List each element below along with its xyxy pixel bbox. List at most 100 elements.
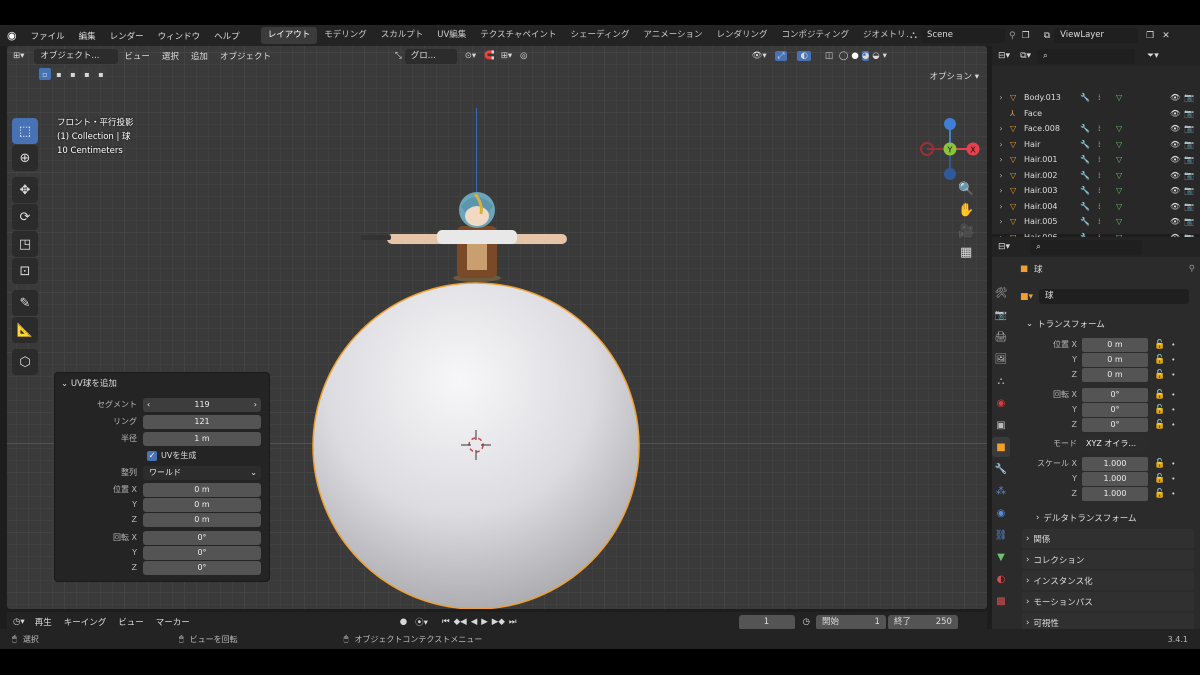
transform-orientation-icon[interactable]: ⤡ (395, 51, 402, 61)
tab-geometry-nodes[interactable]: ジオメトリノ (856, 27, 908, 44)
scene-tab-icon[interactable]: ⛬ (992, 371, 1010, 391)
menu-file[interactable]: ファイル (24, 30, 72, 42)
new-scene-icon[interactable]: ❐ (1022, 31, 1030, 41)
data-tab-icon[interactable]: ▼ (992, 547, 1010, 567)
expand-arrow-icon[interactable]: › (992, 155, 1010, 164)
outliner-item[interactable]: › ▽ Hair 🔧 ⁞ ▽ 👁 📷 (992, 137, 1200, 153)
shading-wireframe-icon[interactable]: ◯ (839, 51, 849, 61)
select-invert-icon[interactable]: ▪ (81, 68, 93, 80)
world-tab-icon[interactable]: ◉ (992, 393, 1010, 413)
view-layer-tab-icon[interactable]: 🖼 (992, 349, 1010, 369)
eye-icon[interactable]: 👁 (1170, 109, 1184, 118)
menu-add[interactable]: 追加 (185, 50, 214, 62)
3d-cursor[interactable] (461, 430, 491, 460)
eye-icon[interactable]: 👁 (1170, 155, 1184, 164)
generate-uv-checkbox[interactable]: ✓ (147, 450, 157, 461)
keyframe-dot-icon[interactable]: • (1171, 356, 1175, 364)
lock-icon[interactable]: 🔓 (1154, 459, 1165, 469)
location-y-field[interactable]: 0 m (143, 497, 261, 512)
camera-render-icon[interactable]: 📷 (1184, 155, 1200, 164)
overlays-toggle-icon[interactable]: ◐ (797, 51, 811, 61)
camera-render-icon[interactable]: 📷 (1184, 93, 1200, 102)
tab-rendering[interactable]: レンダリング (710, 27, 775, 44)
prop-scale-z-field[interactable]: 1.000 (1082, 486, 1148, 501)
outliner-item[interactable]: › ▽ Hair.005 🔧 ⁞ ▽ 👁 📷 (992, 214, 1200, 230)
operator-panel-title[interactable]: ⌄ UV球を追加 (61, 377, 117, 389)
prop-rotation-x-field[interactable]: 0° (1082, 387, 1148, 402)
prop-location-z-field[interactable]: 0 m (1082, 367, 1148, 382)
eye-icon[interactable]: 👁 (1170, 171, 1184, 180)
tab-uv-editing[interactable]: UV編集 (430, 27, 473, 44)
prop-scale-x-field[interactable]: 1.000 (1082, 456, 1148, 471)
eye-icon[interactable]: 👁 (1170, 217, 1184, 226)
prop-location-y-field[interactable]: 0 m (1082, 352, 1148, 367)
scene-field[interactable]: Scene (921, 28, 1006, 43)
rotation-mode-dropdown[interactable]: XYZ オイラ... (1082, 436, 1148, 451)
eye-icon[interactable]: 👁 (1170, 202, 1184, 211)
menu-object[interactable]: オブジェクト (214, 50, 277, 62)
measure-tool[interactable]: 📐 (12, 317, 38, 343)
menu-window[interactable]: ウィンドウ (151, 30, 208, 42)
transform-tool[interactable]: ⊡ (12, 258, 38, 284)
align-dropdown[interactable]: ワールド ⌄ (143, 465, 261, 480)
tab-shading[interactable]: シェーディング (563, 27, 636, 44)
select-intersect-icon[interactable]: ▪ (95, 68, 107, 80)
select-subtract-icon[interactable]: ▪ (67, 68, 79, 80)
eye-icon[interactable]: 👁 (1170, 186, 1184, 195)
select-extend-icon[interactable]: ▪ (53, 68, 65, 80)
lock-icon[interactable]: 🔓 (1154, 489, 1165, 499)
shading-options-icon[interactable]: ▾ (883, 51, 887, 61)
outliner-item[interactable]: › ▽ Body.013 🔧 ⁞ ▽ 👁 📷 (992, 90, 1200, 106)
texture-tab-icon[interactable]: ▩ (992, 591, 1010, 611)
menu-select[interactable]: 選択 (156, 50, 185, 62)
editor-type-icon[interactable]: ⊞▾ (7, 51, 30, 61)
menu-view[interactable]: ビュー (118, 50, 156, 62)
delta-transform-header[interactable]: › デルタトランスフォーム (1032, 508, 1194, 527)
snap-icon[interactable]: 🧲 (484, 51, 495, 61)
outliner-item[interactable]: › ▽ Hair.002 🔧 ⁞ ▽ 👁 📷 (992, 168, 1200, 184)
pin-icon[interactable]: ⚲ (1009, 31, 1016, 41)
expand-arrow-icon[interactable]: › (992, 186, 1010, 195)
rotate-tool[interactable]: ⟳ (12, 204, 38, 230)
outliner-item[interactable]: › ▽ Hair.003 🔧 ⁞ ▽ 👁 📷 (992, 183, 1200, 199)
filter-icon[interactable]: ⏷▾ (1147, 51, 1159, 61)
tab-sculpt[interactable]: スカルプト (374, 27, 431, 44)
annotate-tool[interactable]: ✎ (12, 290, 38, 316)
transform-orientation-dropdown[interactable]: グロ... (404, 48, 457, 64)
outliner-item[interactable]: › ▽ Hair.001 🔧 ⁞ ▽ 👁 📷 (992, 152, 1200, 168)
view-layer-icon[interactable]: ⧉ (1044, 31, 1050, 41)
prop-location-x-field[interactable]: 0 m (1082, 337, 1148, 352)
lock-icon[interactable]: 🔓 (1154, 370, 1165, 380)
expand-arrow-icon[interactable]: › (992, 171, 1010, 180)
3d-viewport[interactable]: ⊞▾ オブジェクト... ビュー 選択 追加 オブジェクト ⤡ グロ... ⊙▾… (7, 46, 987, 609)
new-view-layer-icon[interactable]: ❐ (1146, 31, 1154, 41)
camera-render-icon[interactable]: 📷 (1184, 171, 1200, 180)
render-tab-icon[interactable]: 📷 (992, 305, 1010, 325)
tool-tab-icon[interactable]: 🛠 (992, 283, 1010, 303)
section-relations[interactable]: › 関係 (1022, 529, 1194, 548)
zoom-icon[interactable]: 🔍 (958, 182, 974, 197)
gizmo-toggle-icon[interactable]: ⤢ (774, 51, 788, 61)
lock-icon[interactable]: 🔓 (1154, 340, 1165, 350)
output-tab-icon[interactable]: 🖨 (992, 327, 1010, 347)
expand-arrow-icon[interactable]: › (992, 124, 1010, 133)
xray-icon[interactable]: ◫ (825, 51, 833, 61)
object-name-field[interactable]: 球 (1039, 289, 1190, 304)
keyframe-dot-icon[interactable]: • (1171, 371, 1175, 379)
camera-render-icon[interactable]: 📷 (1184, 217, 1200, 226)
material-tab-icon[interactable]: ◐ (992, 569, 1010, 589)
location-z-field[interactable]: 0 m (143, 512, 261, 527)
constraints-tab-icon[interactable]: ⛓ (992, 525, 1010, 545)
particles-tab-icon[interactable]: ⁂ (992, 481, 1010, 501)
section-motion-paths[interactable]: › モーションパス (1022, 592, 1194, 611)
prop-rotation-y-field[interactable]: 0° (1082, 402, 1148, 417)
object-type-icon[interactable]: ■▾ (1020, 292, 1033, 302)
proportional-edit-icon[interactable]: ◎ (520, 51, 527, 61)
scene-icon[interactable]: ⛬ (910, 30, 917, 41)
location-x-field[interactable]: 0 m (143, 482, 261, 497)
camera-render-icon[interactable]: 📷 (1184, 140, 1200, 149)
expand-arrow-icon[interactable]: › (992, 93, 1010, 102)
eye-icon[interactable]: 👁 (1170, 124, 1184, 133)
camera-render-icon[interactable]: 📷 (1184, 202, 1200, 211)
section-instancing[interactable]: › インスタンス化 (1022, 571, 1194, 590)
